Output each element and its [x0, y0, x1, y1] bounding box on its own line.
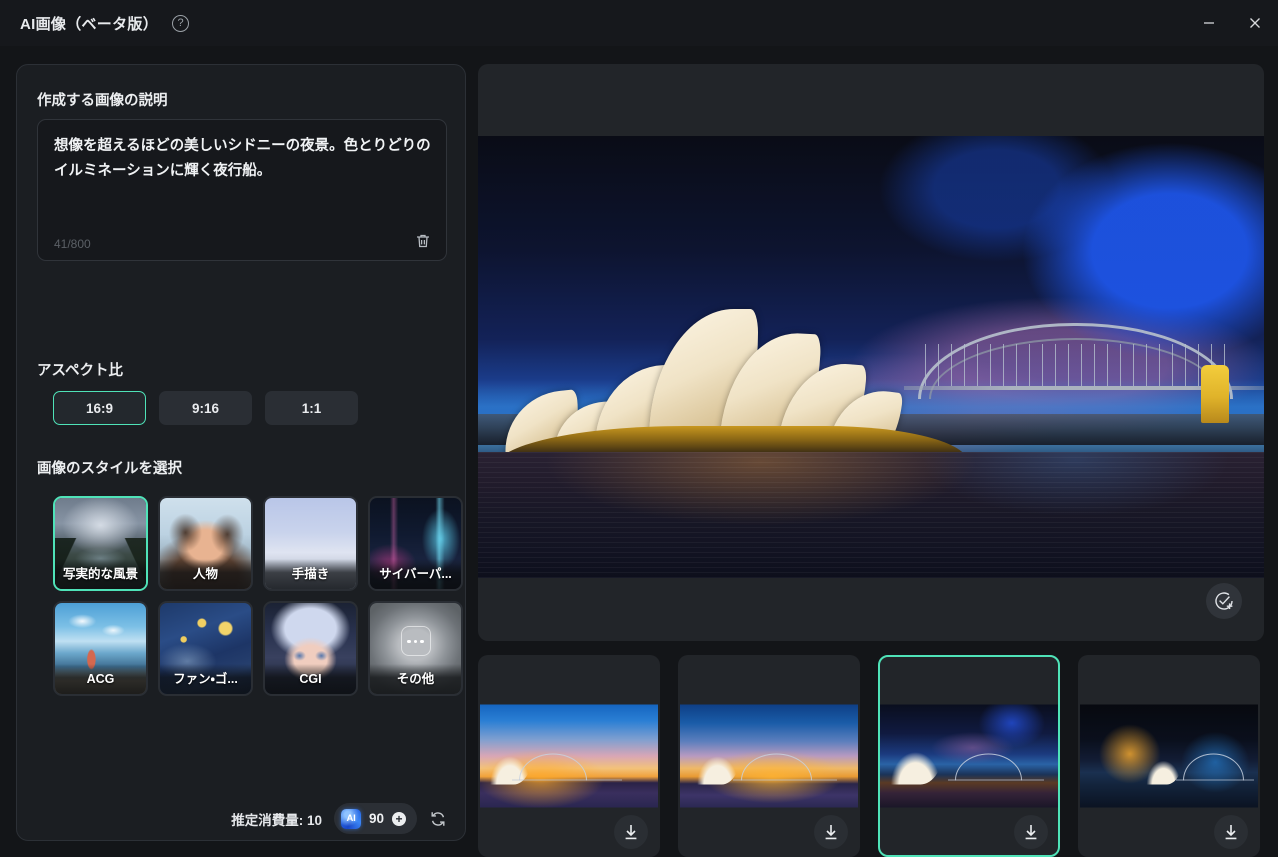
water-layer: [478, 452, 1264, 578]
prompt-label: 作成する画像の説明: [37, 93, 168, 109]
bridge-pylon: [1201, 364, 1230, 424]
style-card-person[interactable]: 人物: [158, 496, 253, 591]
aspect-option-1-1[interactable]: 1:1: [265, 391, 358, 425]
thumbnail-image: [480, 704, 658, 808]
thumbnail-image: [880, 704, 1058, 808]
credits-bar: 推定消費量: 10 AI 90 +: [17, 803, 465, 834]
more-options-icon: [400, 626, 431, 657]
trash-icon: [417, 234, 429, 248]
preview-image[interactable]: [478, 136, 1264, 578]
close-button[interactable]: [1232, 0, 1278, 46]
download-icon: [1025, 825, 1037, 840]
style-card-cgi[interactable]: CGI: [263, 601, 358, 696]
harbour-bridge: [904, 304, 1264, 437]
style-card-other[interactable]: その他: [368, 601, 463, 696]
opera-house: [493, 295, 968, 487]
title-bar: AI画像（ベータ版） ?: [0, 0, 1278, 46]
prompt-input[interactable]: 想像を超えるほどの美しいシドニーの夜景。色とりどりのイルミネーションに輝く夜行船…: [37, 119, 447, 261]
result-thumbnail-strip: [478, 655, 1278, 857]
download-button[interactable]: [814, 815, 848, 849]
credit-balance-pill[interactable]: AI 90 +: [333, 803, 417, 834]
thumbnail-image: [1080, 704, 1258, 808]
aspect-option-16-9[interactable]: 16:9: [53, 391, 146, 425]
minimize-icon: [1204, 22, 1214, 24]
aspect-ratio-group: 16:9 9:16 1:1: [53, 391, 358, 425]
window-controls: [1186, 0, 1278, 46]
style-grid: 写実的な風景 人物 手描き サイバーパ... ACG ファン・ゴ... CGI …: [53, 496, 463, 696]
page-title: AI画像（ベータ版）: [20, 15, 159, 33]
style-card-label: CGI: [265, 664, 356, 694]
add-credits-button[interactable]: +: [392, 811, 406, 826]
estimated-consumption: 推定消費量: 10: [231, 812, 322, 828]
ai-image-window: AI画像（ベータ版） ? 作成する画像の説明 想像を超えるほどの美しいシドニーの…: [0, 0, 1278, 857]
download-button[interactable]: [1214, 815, 1248, 849]
style-card-cyberpunk[interactable]: サイバーパ...: [368, 496, 463, 591]
style-card-label: 写実的な風景: [55, 559, 146, 589]
result-thumbnail-4[interactable]: [1078, 655, 1260, 857]
credit-balance: 90: [368, 811, 384, 826]
result-thumbnail-1[interactable]: [478, 655, 660, 857]
download-icon: [625, 825, 637, 840]
styles-label: 画像のスタイルを選択: [37, 461, 182, 477]
preview-panel: [478, 64, 1264, 641]
close-icon: [1250, 18, 1260, 28]
aspect-option-9-16[interactable]: 9:16: [159, 391, 252, 425]
settings-panel: 作成する画像の説明 想像を超えるほどの美しいシドニーの夜景。色とりどりのイルミネ…: [16, 64, 466, 841]
aspect-ratio-label: アスペクト比: [37, 363, 123, 379]
check-circle-plus-icon: [1215, 592, 1233, 610]
add-to-project-button[interactable]: [1206, 583, 1242, 619]
style-card-realistic-landscape[interactable]: 写実的な風景: [53, 496, 148, 591]
style-card-label: サイバーパ...: [370, 559, 461, 589]
style-card-label: ファン・ゴ...: [160, 664, 251, 694]
minimize-button[interactable]: [1186, 0, 1232, 46]
prompt-char-counter: 41/800: [54, 237, 91, 251]
style-card-van-gogh[interactable]: ファン・ゴ...: [158, 601, 253, 696]
download-button[interactable]: [614, 815, 648, 849]
ai-credit-icon: AI: [340, 808, 361, 829]
style-card-hand-drawn[interactable]: 手描き: [263, 496, 358, 591]
style-card-label: 手描き: [265, 559, 356, 589]
download-button[interactable]: [1014, 815, 1048, 849]
result-thumbnail-2[interactable]: [678, 655, 860, 857]
help-icon[interactable]: ?: [172, 14, 190, 32]
bridge-hangers: [925, 343, 1230, 387]
style-card-label: ACG: [55, 664, 146, 694]
refresh-credits-button[interactable]: [429, 810, 447, 828]
clear-prompt-button[interactable]: [413, 231, 433, 251]
style-card-label: 人物: [160, 559, 251, 589]
download-icon: [825, 825, 837, 840]
style-card-label: その他: [370, 664, 461, 694]
prompt-text[interactable]: 想像を超えるほどの美しいシドニーの夜景。色とりどりのイルミネーションに輝く夜行船…: [54, 134, 432, 185]
style-card-acg[interactable]: ACG: [53, 601, 148, 696]
thumbnail-image: [680, 704, 858, 808]
download-icon: [1225, 825, 1237, 840]
result-thumbnail-3[interactable]: [878, 655, 1060, 857]
refresh-icon: [431, 811, 445, 826]
